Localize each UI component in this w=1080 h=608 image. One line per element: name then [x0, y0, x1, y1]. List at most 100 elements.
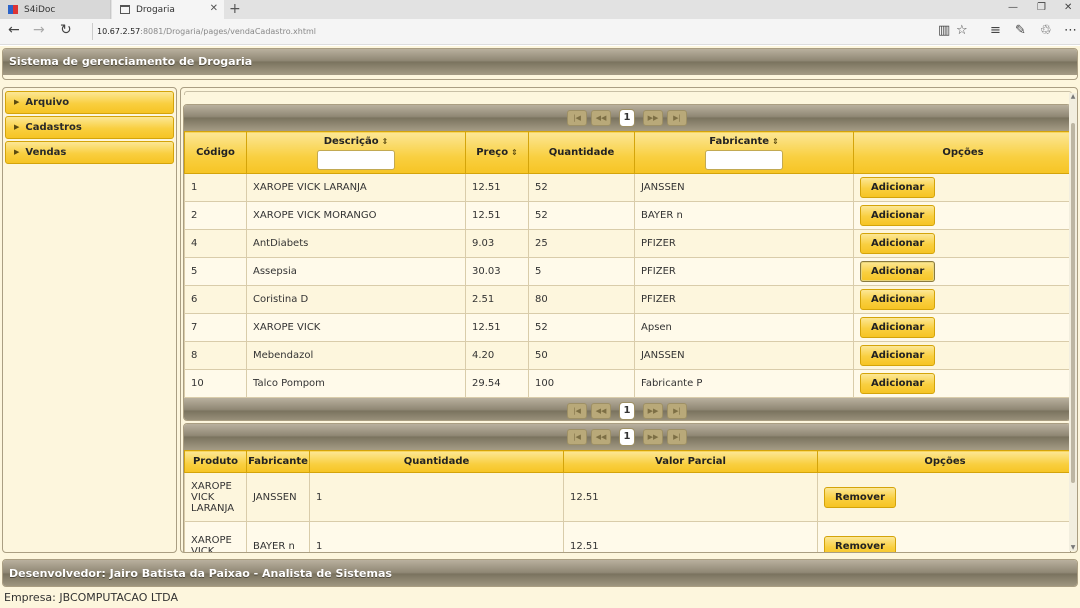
close-window-icon[interactable]: ✕ — [1064, 2, 1072, 13]
column-header-fabricante[interactable]: Fabricante ⇕ — [634, 131, 854, 174]
hub-icon[interactable]: ≡ — [990, 23, 1001, 38]
cell-descricao: XAROPE VICK LARANJA — [246, 173, 466, 202]
next-page-icon[interactable]: ▶▶ — [643, 110, 663, 126]
cell-fabricante: JANSSEN — [246, 472, 310, 522]
sidebar-item-vendas[interactable]: ▶ Vendas — [5, 141, 174, 164]
adicionar-button[interactable]: Adicionar — [860, 205, 936, 226]
scroll-up-icon[interactable]: ▲ — [1069, 93, 1077, 100]
first-page-icon[interactable]: |◀ — [567, 429, 587, 445]
scrollbar-thumb[interactable] — [1071, 123, 1075, 483]
close-tab-icon[interactable]: ✕ — [210, 3, 218, 14]
share-icon[interactable]: ♲ — [1040, 23, 1052, 38]
browser-tab-s4idoc[interactable]: S4iDoc — [0, 0, 111, 19]
browser-tab-drogaria[interactable]: Drogaria ✕ — [112, 0, 224, 19]
cell-quantidade: 100 — [528, 369, 635, 398]
next-page-icon[interactable]: ▶▶ — [643, 403, 663, 419]
first-page-icon[interactable]: |◀ — [567, 110, 587, 126]
page: Sistema de gerenciamento de Drogaria ▶ A… — [0, 46, 1080, 608]
cell-quantidade: 52 — [528, 201, 635, 230]
sidebar-item-label: Vendas — [25, 147, 67, 158]
column-header-produto: Produto — [184, 450, 247, 473]
cell-codigo: 10 — [184, 369, 247, 398]
cell-valor-parcial: 12.51 — [563, 472, 818, 522]
footer-panel: Desenvolvedor: Jairo Batista da Paixao -… — [2, 559, 1078, 587]
sidebar-menu: ▶ Arquivo ▶ Cadastros ▶ Vendas — [2, 87, 177, 553]
last-page-icon[interactable]: ▶| — [667, 429, 687, 445]
prev-page-icon[interactable]: ◀◀ — [591, 110, 611, 126]
web-note-icon[interactable]: ✎ — [1015, 23, 1026, 38]
sidebar-item-cadastros[interactable]: ▶ Cadastros — [5, 116, 174, 139]
cell-quantidade: 52 — [528, 173, 635, 202]
prev-page-icon[interactable]: ◀◀ — [591, 429, 611, 445]
cell-fabricante: JANSSEN — [634, 341, 854, 370]
sort-icon[interactable]: ⇕ — [511, 148, 518, 157]
next-page-icon[interactable]: ▶▶ — [643, 429, 663, 445]
products-datatable: |◀ ◀◀ 1 ▶▶ ▶| Código Descrição ⇕ Preço ⇕… — [183, 104, 1071, 421]
forward-arrow-icon[interactable]: → — [33, 22, 45, 38]
adicionar-button[interactable]: Adicionar — [860, 177, 936, 198]
cell-preco: 12.51 — [465, 313, 529, 342]
cell-preco: 12.51 — [465, 201, 529, 230]
triangle-right-icon: ▶ — [14, 148, 20, 156]
prev-page-icon[interactable]: ◀◀ — [591, 403, 611, 419]
page-number[interactable]: 1 — [619, 428, 635, 446]
cart-table: Produto Fabricante Quantidade Valor Parc… — [184, 450, 1070, 552]
header-panel: Sistema de gerenciamento de Drogaria — [2, 48, 1078, 80]
cell-preco: 12.51 — [465, 173, 529, 202]
remover-button[interactable]: Remover — [824, 486, 897, 508]
cell-codigo: 7 — [184, 313, 247, 342]
table-row: 10 Talco Pompom 29.54 100 Fabricante P A… — [184, 369, 1070, 398]
adicionar-button[interactable]: Adicionar — [860, 317, 936, 338]
adicionar-button[interactable]: Adicionar — [860, 373, 936, 394]
minimize-icon[interactable]: — — [1008, 2, 1018, 13]
adicionar-button[interactable]: Adicionar — [860, 233, 936, 254]
content-panel: |◀ ◀◀ 1 ▶▶ ▶| Código Descrição ⇕ Preço ⇕… — [180, 87, 1078, 553]
table-row: 5 Assepsia 30.03 5 PFIZER Adicionar — [184, 257, 1070, 286]
sort-icon[interactable]: ⇕ — [382, 137, 389, 146]
fabricante-filter-input[interactable] — [705, 149, 783, 170]
products-pager-bottom: |◀ ◀◀ 1 ▶▶ ▶| — [184, 398, 1070, 420]
reading-view-icon[interactable]: ▥ — [938, 23, 950, 38]
cell-fabricante: Fabricante P — [634, 369, 854, 398]
content-scrollbar[interactable]: ▲ ▼ — [1069, 93, 1077, 551]
last-page-icon[interactable]: ▶| — [667, 403, 687, 419]
column-header-opcoes: Opções — [853, 131, 1070, 174]
refresh-icon[interactable]: ↻ — [60, 22, 72, 38]
page-number[interactable]: 1 — [619, 402, 635, 420]
cell-preco: 30.03 — [465, 257, 529, 286]
new-tab-icon[interactable]: + — [229, 1, 241, 17]
s4idoc-favicon-icon — [8, 5, 18, 14]
adicionar-button[interactable]: Adicionar — [860, 261, 936, 282]
cell-preco: 4.20 — [465, 341, 529, 370]
cell-codigo: 4 — [184, 229, 247, 258]
back-arrow-icon[interactable]: ← — [8, 22, 20, 38]
cell-descricao: Assepsia — [246, 257, 466, 286]
page-number[interactable]: 1 — [619, 109, 635, 127]
scroll-down-icon[interactable]: ▼ — [1069, 544, 1077, 551]
cell-codigo: 2 — [184, 201, 247, 230]
company-name: Empresa: JBCOMPUTACAO LTDA — [4, 591, 178, 604]
column-header-codigo: Código — [184, 131, 247, 174]
tab-title: S4iDoc — [24, 4, 56, 15]
url-field[interactable]: 10.67.2.57:8081/Drogaria/pages/vendaCada… — [92, 23, 316, 40]
cell-produto: XAROPE VICK LARANJA — [184, 472, 247, 522]
cell-opcoes: Remover — [817, 472, 1070, 522]
cell-opcoes: Adicionar — [853, 201, 1070, 230]
sort-icon[interactable]: ⇕ — [772, 137, 779, 146]
column-header-preco[interactable]: Preço ⇕ — [465, 131, 529, 174]
column-header-descricao[interactable]: Descrição ⇕ — [246, 131, 466, 174]
form-fieldset-edge — [184, 91, 1072, 95]
restore-icon[interactable]: ❐ — [1037, 2, 1046, 13]
adicionar-button[interactable]: Adicionar — [860, 289, 936, 310]
descricao-filter-input[interactable] — [317, 149, 395, 170]
favorite-star-icon[interactable]: ☆ — [956, 23, 968, 38]
table-row: XAROPE VICK LARANJA JANSSEN 1 12.51 Remo… — [184, 472, 1070, 522]
more-icon[interactable]: ⋯ — [1064, 23, 1077, 38]
adicionar-button[interactable]: Adicionar — [860, 345, 936, 366]
last-page-icon[interactable]: ▶| — [667, 110, 687, 126]
remover-button[interactable]: Remover — [824, 535, 897, 552]
cell-quantidade: 25 — [528, 229, 635, 258]
cell-descricao: AntDiabets — [246, 229, 466, 258]
sidebar-item-arquivo[interactable]: ▶ Arquivo — [5, 91, 174, 114]
first-page-icon[interactable]: |◀ — [567, 403, 587, 419]
